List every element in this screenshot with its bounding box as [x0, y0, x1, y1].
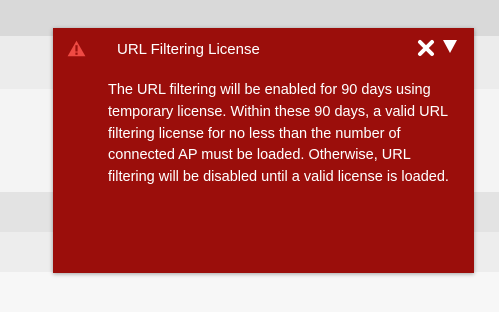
license-notification-popup: URL Filtering License The URL filtering …	[53, 28, 474, 273]
popup-message: The URL filtering will be enabled for 90…	[108, 82, 449, 186]
warning-triangle-icon	[67, 40, 86, 57]
popup-title: URL Filtering License	[117, 41, 260, 58]
background-row	[0, 272, 499, 312]
collapse-triangle-icon[interactable]	[442, 38, 458, 54]
close-icon[interactable]	[417, 39, 435, 57]
popup-header: URL Filtering License	[53, 28, 474, 66]
